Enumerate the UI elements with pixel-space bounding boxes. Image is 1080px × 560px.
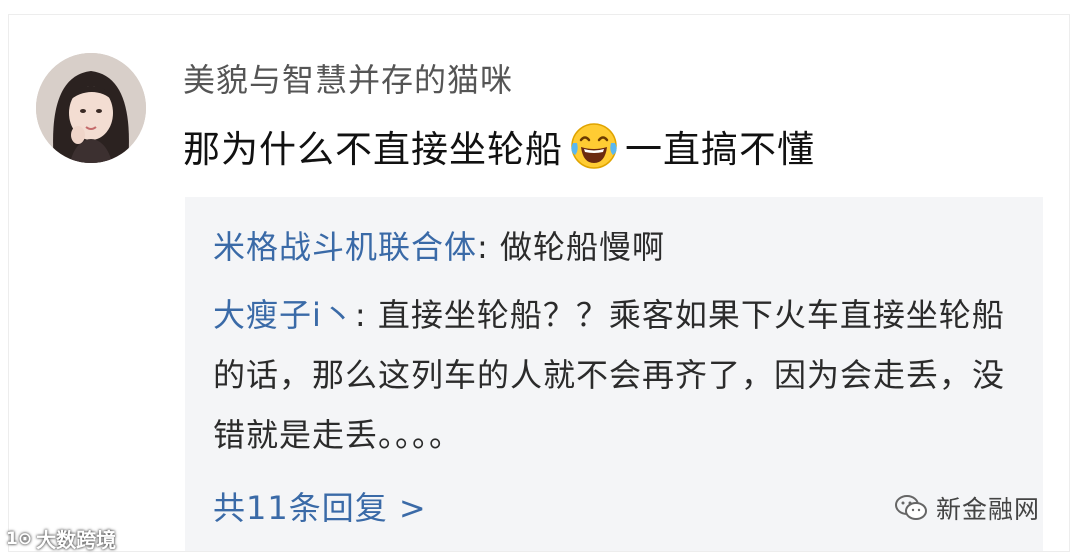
reply-author[interactable]: 米格战斗机联合体 <box>213 228 477 266</box>
comment-text: 那为什么不直接坐轮船 一直搞不懂 <box>183 119 815 173</box>
reply-text: 做轮船慢啊 <box>499 228 665 266</box>
reply-separator: : <box>354 296 378 334</box>
laughing-tears-emoji-icon <box>569 121 619 171</box>
reply-separator: : <box>477 228 500 266</box>
comment-text-part-1: 那为什么不直接坐轮船 <box>183 128 563 171</box>
watermark-right-text: 新金融网 <box>936 495 1041 524</box>
reply-item: 米格战斗机联合体: 做轮船慢啊 <box>213 217 665 277</box>
watermark-right: 新金融网 <box>894 490 1040 526</box>
watermark-left-logo: 1⊙ <box>6 528 33 549</box>
reply-item: 大瘦子i丶: 直接坐轮船？？乘客如果下火车直接坐轮船的话，那么这列车的人就不会再… <box>213 285 1025 465</box>
more-replies-link[interactable]: 共11条回复 > <box>213 483 427 529</box>
comment-text-part-2: 一直搞不懂 <box>625 128 815 171</box>
wechat-icon <box>895 495 927 520</box>
avatar-image <box>36 53 146 163</box>
comment-username[interactable]: 美貌与智慧并存的猫咪 <box>183 55 513 101</box>
watermark-left: 1⊙ 大数跨境 <box>6 524 116 553</box>
avatar[interactable] <box>36 53 146 163</box>
comment-card: 美貌与智慧并存的猫咪 那为什么不直接坐轮船 一直搞不懂 米格战斗机联合体: 做轮… <box>8 14 1070 552</box>
watermark-left-text: 大数跨境 <box>36 528 117 552</box>
reply-author[interactable]: 大瘦子i丶 <box>213 296 355 334</box>
